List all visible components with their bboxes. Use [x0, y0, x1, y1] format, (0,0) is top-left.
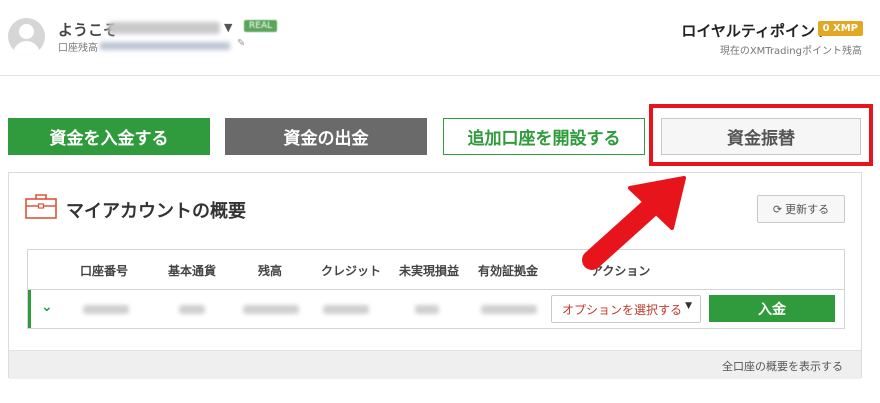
open-additional-account-button[interactable]: 追加口座を開設する [443, 118, 645, 155]
row-deposit-button[interactable]: 入金 [709, 295, 835, 322]
redacted-equity [481, 305, 537, 314]
option-select[interactable]: オプションを選択する ▼ [551, 295, 701, 323]
redacted-unrealized-pl [415, 305, 439, 314]
highlight-annotation-box [649, 104, 873, 166]
panel-footer: 全口座の概要を表示する [9, 350, 861, 379]
redacted-credit [323, 305, 369, 314]
withdraw-funds-button[interactable]: 資金の出金 [225, 118, 427, 155]
loyalty-subtitle: 現在のXMTradingポイント残高 [719, 46, 862, 57]
avatar-icon[interactable] [8, 18, 45, 55]
briefcase-icon [25, 194, 57, 219]
chevron-down-icon: ▼ [685, 301, 692, 311]
column-header: 残高 [258, 264, 283, 278]
account-balance-label: 口座残高 [58, 43, 98, 54]
column-header: クレジット [321, 264, 382, 278]
top-header: ようこそ ▼ REAL 口座残高 ✎ ロイヤルティポイント 0 XMP 現在のX… [0, 0, 880, 76]
redacted-username [108, 22, 220, 34]
redacted-account-info [100, 42, 230, 50]
redacted-currency [179, 305, 205, 314]
column-header: 未実現損益 [399, 264, 460, 278]
redacted-balance [243, 305, 299, 314]
column-header: 口座番号 [80, 264, 129, 278]
option-select-label: オプションを選択する [562, 302, 683, 317]
annotation-arrow-icon [582, 176, 686, 270]
table-row[interactable]: ⌄ オプションを選択する ▼ 入金 [28, 290, 844, 328]
column-header: 有効証拠金 [478, 264, 539, 278]
refresh-icon: ⟳ [772, 202, 783, 216]
refresh-button[interactable]: ⟳ 更新する [757, 195, 845, 223]
column-header: 基本通貨 [168, 264, 217, 278]
panel-title: マイアカウントの概要 [66, 201, 246, 222]
loyalty-title[interactable]: ロイヤルティポイント [681, 20, 830, 41]
redacted-account-number [83, 305, 129, 314]
table-header: 口座番号 基本通貨 残高 クレジット 未実現損益 有効証拠金 アクション [28, 250, 844, 290]
account-overview-panel: マイアカウントの概要 ⟳ 更新する 口座番号 基本通貨 残高 クレジット 未実現… [8, 172, 862, 379]
account-type-badge: REAL [244, 20, 278, 32]
edit-icon[interactable]: ✎ [237, 38, 245, 49]
loyalty-points-badge: 0 XMP [817, 21, 863, 36]
refresh-label: 更新する [785, 203, 830, 216]
deposit-funds-button[interactable]: 資金を入金する [8, 118, 210, 155]
caret-down-icon[interactable]: ▼ [224, 21, 232, 34]
chevron-down-icon[interactable]: ⌄ [41, 299, 53, 315]
accounts-table: 口座番号 基本通貨 残高 クレジット 未実現損益 有効証拠金 アクション ⌄ オ… [27, 249, 845, 329]
show-all-accounts-link[interactable]: 全口座の概要を表示する [722, 358, 843, 374]
